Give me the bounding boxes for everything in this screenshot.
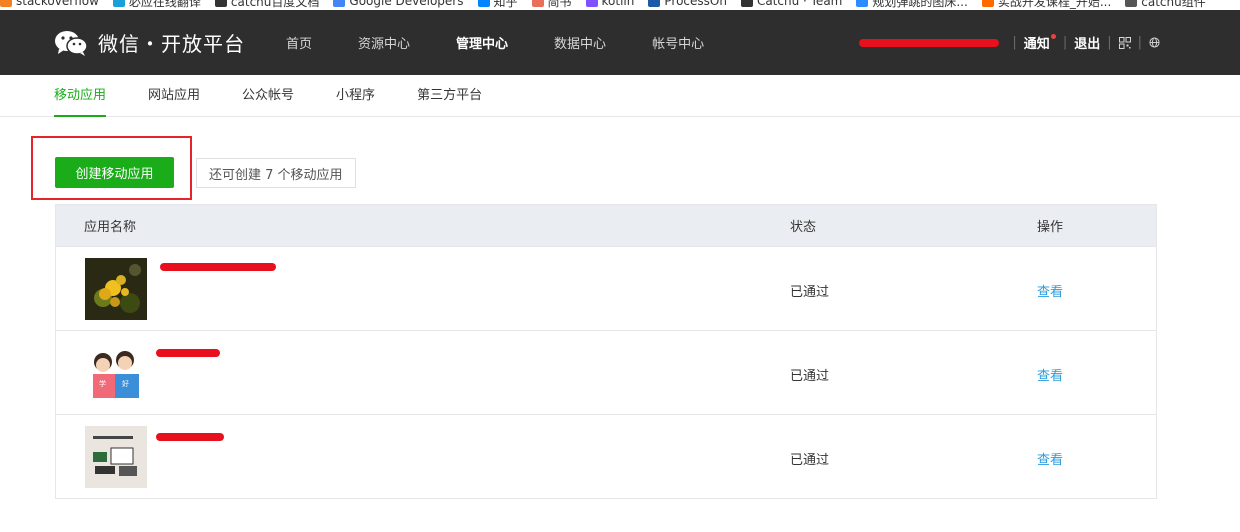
app-status: 已通过 [790, 369, 830, 384]
bookmark-icon [981, 0, 994, 7]
create-mobile-app-button[interactable]: 创建移动应用 [55, 157, 174, 188]
notify-dot [1050, 34, 1056, 39]
qr-code-icon[interactable] [1118, 36, 1131, 49]
header-status: 状态 [790, 220, 817, 235]
bookmark-label: kotlin [601, 0, 635, 8]
nav-account[interactable]: 帐号中心 [652, 33, 704, 52]
view-link[interactable]: 查看 [1037, 281, 1063, 300]
bookmark-item[interactable]: 必应在线翻译 [112, 0, 201, 10]
bookmark-item[interactable]: stackoverflow [0, 0, 99, 8]
wechat-logo-icon [55, 30, 88, 56]
redacted-app-name [156, 433, 224, 441]
bookmark-label: ProcessOn [664, 0, 727, 8]
app-status: 已通过 [790, 453, 830, 468]
bookmark-item[interactable]: ProcessOn [648, 0, 727, 8]
globe-icon[interactable] [1149, 37, 1160, 48]
tab-website-apps[interactable]: 网站应用 [148, 75, 200, 117]
nav-home[interactable]: 首页 [286, 33, 312, 52]
nav-data[interactable]: 数据中心 [554, 33, 606, 52]
header-operation: 操作 [1037, 220, 1064, 235]
top-nav: 微信・开放平台 首页 资源中心 管理中心 数据中心 帐号中心 | 通知 | 退出… [0, 10, 1240, 75]
table-row: 已通过 查看 [56, 414, 1156, 498]
bookmark-icon [1125, 0, 1138, 7]
header-app-name: 应用名称 [84, 220, 137, 235]
bookmark-label: stackoverflow [16, 0, 99, 8]
nav-management[interactable]: 管理中心 [456, 33, 508, 52]
nav-resources[interactable]: 资源中心 [358, 33, 410, 52]
app-status: 已通过 [790, 285, 830, 300]
main-nav: 首页 资源中心 管理中心 数据中心 帐号中心 [286, 10, 750, 75]
logo-text: 微信・开放平台 [98, 32, 245, 56]
bookmark-icon [477, 0, 490, 7]
view-link[interactable]: 查看 [1037, 365, 1063, 384]
notify-link[interactable]: 通知 [1024, 33, 1050, 52]
bookmark-icon [740, 0, 753, 7]
divider: | [1012, 35, 1017, 50]
bookmark-label: Catchu · Team [756, 0, 843, 8]
bookmark-label: 必应在线翻译 [128, 0, 201, 9]
tab-official-accounts[interactable]: 公众帐号 [242, 75, 294, 117]
tab-third-party[interactable]: 第三方平台 [417, 75, 482, 117]
table-row: 学 好 已通过 查看 [56, 330, 1156, 414]
redacted-app-name [160, 263, 276, 271]
bookmark-label: 知乎 [493, 0, 518, 9]
divider: | [1062, 35, 1068, 50]
table-row: 已通过 查看 [56, 246, 1156, 330]
bookmark-icon [333, 0, 346, 7]
user-bar: | 通知 | 退出 | | [859, 10, 1160, 75]
svg-text:学: 学 [99, 379, 106, 388]
divider: | [1107, 35, 1112, 50]
bookmark-label: catchu组件 [1141, 0, 1206, 9]
sub-nav: 移动应用 网站应用 公众帐号 小程序 第三方平台 [0, 75, 1240, 117]
divider: | [1137, 35, 1142, 50]
logo[interactable]: 微信・开放平台 [54, 28, 245, 57]
bookmark-icon [112, 0, 125, 7]
bookmark-item[interactable]: Catchu · Team [740, 0, 843, 8]
redacted-app-name [156, 349, 220, 357]
bookmark-item[interactable]: catchu百度文档 [214, 0, 320, 10]
tab-mobile-apps[interactable]: 移动应用 [54, 75, 107, 117]
bookmark-icon [648, 0, 661, 7]
app-icon [85, 258, 147, 320]
bookmark-label: catchu百度文档 [230, 0, 320, 9]
bookmark-icon [585, 0, 598, 7]
bookmark-item[interactable]: 简书 [531, 0, 572, 10]
bookmark-label: 规划弹跳的图床... [872, 0, 968, 9]
apps-table: 应用名称 状态 操作 已通过 查看 学 好 已通过 查看 已通过 查看 [55, 204, 1157, 499]
bookmark-icon [214, 0, 227, 7]
bookmark-icon [0, 0, 12, 7]
tab-mini-programs[interactable]: 小程序 [336, 75, 375, 117]
bookmark-item[interactable]: kotlin [585, 0, 635, 8]
bookmark-label: 简书 [547, 0, 572, 9]
bookmark-icon [856, 0, 869, 7]
bookmark-item[interactable]: 规划弹跳的图床... [856, 0, 968, 10]
bookmark-item[interactable]: catchu组件 [1125, 0, 1206, 10]
bookmark-item[interactable]: 实战开发课程_开始... [981, 0, 1112, 10]
redacted-username [859, 38, 1000, 47]
bookmark-item[interactable]: 知乎 [477, 0, 518, 10]
bookmarks-bar: stackoverflow 必应在线翻译 catchu百度文档 Google Deve… [0, 0, 1240, 10]
app-icon: 学 好 [85, 342, 147, 404]
view-link[interactable]: 查看 [1037, 449, 1063, 468]
table-header: 应用名称 状态 操作 [56, 205, 1156, 246]
bookmark-label: 实战开发课程_开始... [997, 0, 1112, 9]
svg-text:好: 好 [122, 379, 129, 388]
bookmark-icon [531, 0, 544, 7]
quota-notice: 还可创建 7 个移动应用 [196, 158, 356, 188]
bookmark-item[interactable]: Google Developers [333, 0, 464, 8]
app-icon [85, 426, 147, 488]
logout-link[interactable]: 退出 [1074, 33, 1100, 52]
bookmark-label: Google Developers [349, 0, 464, 8]
